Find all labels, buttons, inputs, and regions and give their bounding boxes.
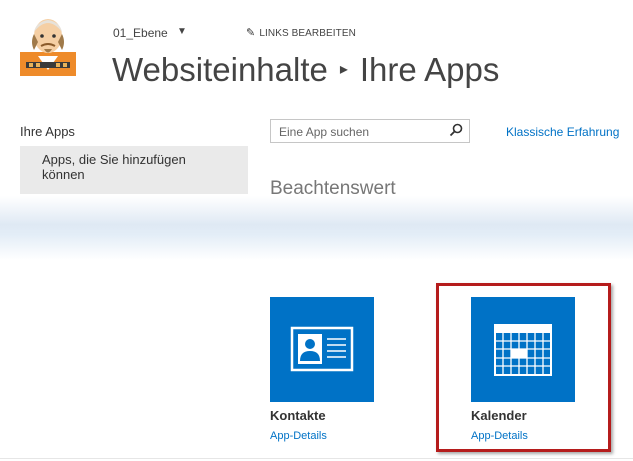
edit-links-link[interactable]: ✎ LINKS BEARBEITEN (246, 26, 356, 39)
nav-item-label: Apps, die Sie hinzufügen können (42, 152, 186, 182)
site-menu-chevron-down-icon[interactable]: ▼ (177, 26, 187, 37)
nav-item-ihre-apps[interactable]: Ihre Apps (20, 124, 75, 139)
site-logo[interactable] (16, 12, 80, 76)
app-search-box[interactable] (270, 119, 470, 143)
nav-item-apps-hinzufuegen[interactable]: Apps, die Sie hinzufügen können (20, 146, 248, 194)
app-details-link-kontakte[interactable]: App-Details (270, 430, 327, 442)
search-icon[interactable] (449, 123, 463, 137)
app-tile-kontakte[interactable] (270, 297, 374, 402)
page-title: Websiteinhalte ▸ Ihre Apps (112, 48, 499, 96)
header-band (0, 196, 633, 260)
highlight-box (436, 283, 611, 452)
edit-links-label: LINKS BEARBEITEN (259, 28, 356, 39)
pencil-icon: ✎ (246, 27, 256, 39)
breadcrumb-separator-icon: ▸ (339, 61, 348, 79)
divider (0, 458, 633, 459)
site-name[interactable]: 01_Ebene (113, 26, 168, 40)
app-search-input[interactable] (277, 123, 441, 141)
classic-experience-link[interactable]: Klassische Erfahrung (506, 125, 619, 139)
app-name-kontakte[interactable]: Kontakte (270, 408, 326, 423)
breadcrumb-ihre-apps: Ihre Apps (359, 51, 500, 88)
breadcrumb-websiteinhalte[interactable]: Websiteinhalte (112, 51, 328, 88)
contact-card-icon (290, 326, 354, 372)
